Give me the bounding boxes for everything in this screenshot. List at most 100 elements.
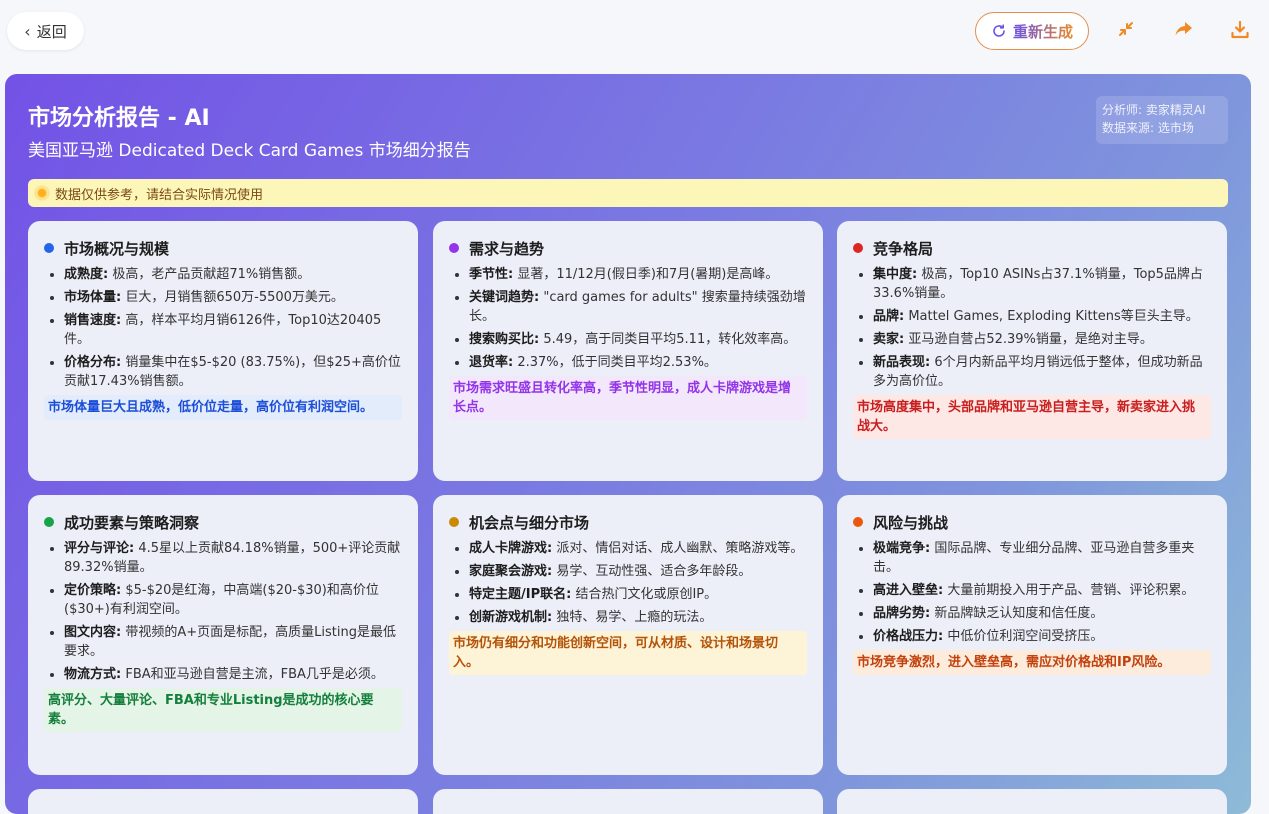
card-title: 竞争格局: [873, 239, 934, 258]
item-label: 成人卡牌游戏:: [469, 541, 553, 556]
card-item-list: 成人卡牌游戏: 派对、情侣对话、成人幽默、策略游戏等。家庭聚会游戏: 易学、互动…: [449, 539, 807, 627]
list-item: 搜索购买比: 5.49，高于同类目平均5.11，转化效率高。: [469, 330, 807, 349]
list-item: 图文内容: 带视频的A+页面是标配，高质量Listing是最低要求。: [64, 623, 402, 661]
bullet-dot-icon: [853, 517, 863, 527]
item-label: 品牌劣势:: [873, 606, 931, 621]
warning-dot-icon: [36, 187, 48, 199]
list-item: 极端竞争: 国际品牌、专业细分品牌、亚马逊自营多重夹击。: [873, 539, 1211, 577]
item-label: 成熟度:: [64, 267, 109, 282]
item-label: 新品表现:: [873, 355, 931, 370]
item-label: 品牌:: [873, 309, 905, 324]
item-text: 5.49，高于同类目平均5.11，转化效率高。: [539, 332, 797, 347]
list-item: 销售速度: 高，样本平均月销6126件，Top10达20405件。: [64, 311, 402, 349]
card-item-list: 季节性: 显著，11/12月(假日季)和7月(暑期)是高峰。关键词趋势: "ca…: [449, 265, 807, 372]
item-text: 易学、互动性强、适合多年龄段。: [552, 564, 752, 579]
refresh-icon: [991, 23, 1007, 39]
item-label: 价格分布:: [64, 355, 122, 370]
card-item-list: 成熟度: 极高，老产品贡献超71%销售额。市场体量: 巨大，月销售额650万-5…: [44, 265, 402, 391]
chevron-left-icon: ‹: [24, 21, 31, 41]
card-opportunities: 机会点与细分市场成人卡牌游戏: 派对、情侣对话、成人幽默、策略游戏等。家庭聚会游…: [433, 495, 823, 775]
list-item: 定价策略: $5-$20是红海，中高端($20-$30)和高价位($30+)有利…: [64, 581, 402, 619]
item-label: 卖家:: [873, 332, 905, 347]
card-competition: 竞争格局集中度: 极高，Top10 ASINs占37.1%销量，Top5品牌占3…: [837, 221, 1227, 481]
bullet-dot-icon: [449, 517, 459, 527]
item-text: 结合热门文化或原创IP。: [571, 587, 718, 602]
report-meta: 分析师: 卖家精灵AI 数据来源: 选市场: [1096, 96, 1228, 144]
list-item: 新品表现: 6个月内新品平均月销远低于整体，但成功新品多为高价位。: [873, 353, 1211, 391]
bullet-dot-icon: [449, 243, 459, 253]
item-label: 创新游戏机制:: [469, 610, 553, 625]
list-item: 季节性: 显著，11/12月(假日季)和7月(暑期)是高峰。: [469, 265, 807, 284]
share-icon[interactable]: [1174, 20, 1196, 42]
regenerate-label: 重新生成: [1012, 22, 1073, 41]
list-item: 高进入壁垒: 大量前期投入用于产品、营销、评论积累。: [873, 581, 1211, 600]
card-title: 需求与趋势: [469, 239, 545, 258]
item-text: 大量前期投入用于产品、营销、评论积累。: [943, 583, 1195, 598]
card-partial: [28, 789, 418, 814]
list-item: 评分与评论: 4.5星以上贡献84.18%销量，500+评论贡献89.32%销量…: [64, 539, 402, 577]
list-item: 成熟度: 极高，老产品贡献超71%销售额。: [64, 265, 402, 284]
list-item: 物流方式: FBA和亚马逊自营是主流，FBA几乎是必须。: [64, 665, 402, 684]
card-market-overview: 市场概况与规模成熟度: 极高，老产品贡献超71%销售额。市场体量: 巨大，月销售…: [28, 221, 418, 481]
back-label: 返回: [36, 22, 67, 41]
card-header: 风险与挑战: [853, 511, 1211, 533]
item-text: 巨大，月销售额650万-5500万美元。: [121, 290, 344, 305]
item-text: 亚马逊自营占52.39%销量，是绝对主导。: [904, 332, 1153, 347]
card-item-list: 集中度: 极高，Top10 ASINs占37.1%销量，Top5品牌占33.6%…: [853, 265, 1211, 391]
card-title: 机会点与细分市场: [469, 513, 590, 532]
item-label: 季节性:: [469, 267, 514, 282]
top-toolbar: ‹ 返回 重新生成: [0, 0, 1269, 64]
list-item: 价格战压力: 中低价位利润空间受挤压。: [873, 627, 1211, 646]
card-header: 机会点与细分市场: [449, 511, 807, 533]
list-item: 品牌劣势: 新品牌缺乏认知度和信任度。: [873, 604, 1211, 623]
item-text: 2.37%，低于同类目平均2.53%。: [513, 355, 717, 370]
item-label: 市场体量:: [64, 290, 122, 305]
item-label: 搜索购买比:: [469, 332, 540, 347]
list-item: 品牌: Mattel Games, Exploding Kittens等巨头主导…: [873, 307, 1211, 326]
item-label: 评分与评论:: [64, 541, 135, 556]
card-item-list: 评分与评论: 4.5星以上贡献84.18%销量，500+评论贡献89.32%销量…: [44, 539, 402, 684]
item-label: 关键词趋势:: [469, 290, 540, 305]
disclaimer-banner: 数据仅供参考，请结合实际情况使用: [28, 179, 1228, 207]
list-item: 成人卡牌游戏: 派对、情侣对话、成人幽默、策略游戏等。: [469, 539, 807, 558]
item-label: 销售速度:: [64, 313, 122, 328]
card-title: 风险与挑战: [873, 513, 949, 532]
list-item: 卖家: 亚马逊自营占52.39%销量，是绝对主导。: [873, 330, 1211, 349]
regenerate-button[interactable]: 重新生成: [975, 12, 1089, 50]
card-header: 市场概况与规模: [44, 237, 402, 259]
card-title: 成功要素与策略洞察: [64, 513, 200, 532]
bullet-dot-icon: [853, 243, 863, 253]
item-text: 极高，老产品贡献超71%销售额。: [108, 267, 311, 282]
item-label: 退货率:: [469, 355, 514, 370]
card-partial: [837, 789, 1227, 814]
card-summary: 高评分、大量评论、FBA和专业Listing是成功的核心要素。: [44, 688, 402, 732]
card-summary: 市场高度集中，头部品牌和亚马逊自营主导，新卖家进入挑战大。: [853, 395, 1211, 439]
item-label: 高进入壁垒:: [873, 583, 944, 598]
list-item: 集中度: 极高，Top10 ASINs占37.1%销量，Top5品牌占33.6%…: [873, 265, 1211, 303]
item-text: 显著，11/12月(假日季)和7月(暑期)是高峰。: [513, 267, 779, 282]
back-button[interactable]: ‹ 返回: [7, 12, 84, 50]
list-item: 家庭聚会游戏: 易学、互动性强、适合多年龄段。: [469, 562, 807, 581]
list-item: 市场体量: 巨大，月销售额650万-5500万美元。: [64, 288, 402, 307]
card-title: 市场概况与规模: [64, 239, 170, 258]
card-summary: 市场体量巨大且成熟，低价位走量，高价位有利润空间。: [44, 395, 402, 420]
download-icon[interactable]: [1230, 20, 1252, 42]
item-label: 价格战压力:: [873, 629, 944, 644]
item-text: 中低价位利润空间受挤压。: [943, 629, 1104, 644]
item-label: 图文内容:: [64, 625, 122, 640]
item-label: 家庭聚会游戏:: [469, 564, 553, 579]
item-text: FBA和亚马逊自营是主流，FBA几乎是必须。: [121, 667, 384, 682]
item-label: 特定主题/IP联名:: [469, 587, 572, 602]
collapse-icon[interactable]: [1117, 20, 1139, 42]
item-label: 定价策略:: [64, 583, 122, 598]
bullet-dot-icon: [44, 517, 54, 527]
analyst-label: 分析师: 卖家精灵AI: [1102, 103, 1206, 117]
report-subtitle: 美国亚马逊 Dedicated Deck Card Games 市场细分报告: [28, 141, 471, 161]
report-panel: 市场分析报告 - AI 美国亚马逊 Dedicated Deck Card Ga…: [5, 74, 1251, 814]
disclaimer-text: 数据仅供参考，请结合实际情况使用: [55, 187, 264, 203]
item-text: 新品牌缺乏认知度和信任度。: [930, 606, 1104, 621]
card-summary: 市场竞争激烈，进入壁垒高，需应对价格战和IP风险。: [853, 650, 1211, 675]
data-source-label: 数据来源: 选市场: [1102, 121, 1194, 135]
item-label: 极端竞争:: [873, 541, 931, 556]
card-header: 成功要素与策略洞察: [44, 511, 402, 533]
